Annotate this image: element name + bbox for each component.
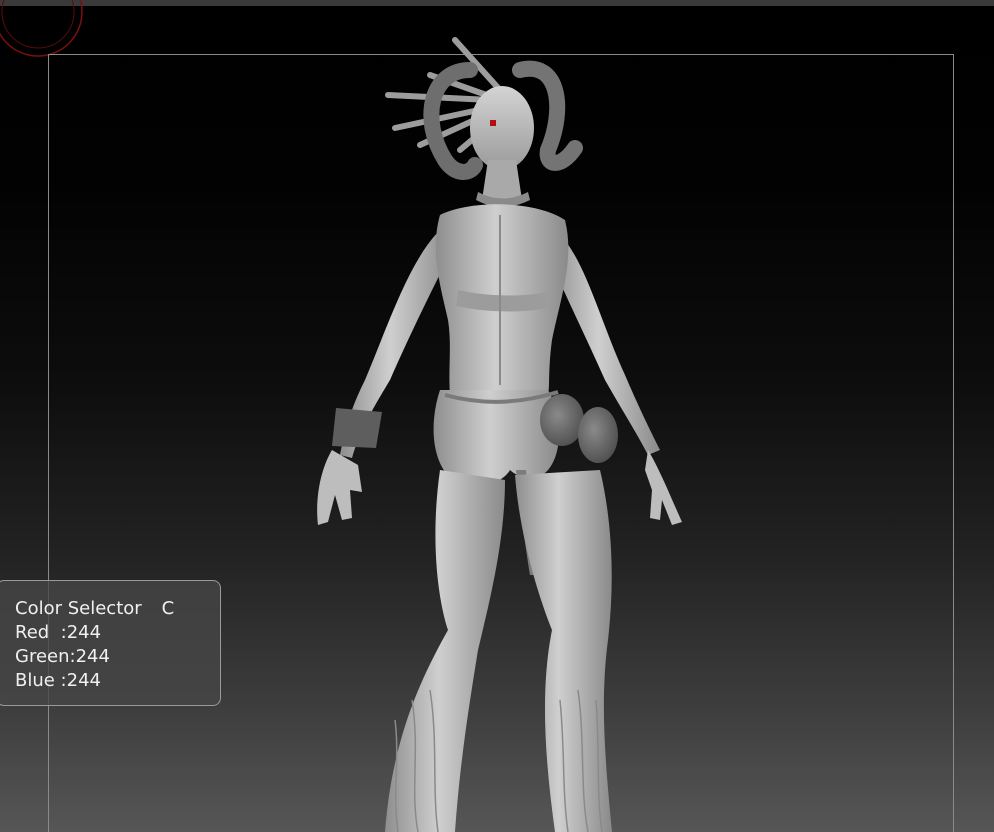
red-label: Red : xyxy=(15,622,67,643)
green-label: Green: xyxy=(15,646,76,667)
hips xyxy=(433,390,559,487)
left-leg xyxy=(385,470,505,832)
head xyxy=(470,86,534,170)
color-selector-hotkey: C xyxy=(161,598,175,619)
blue-label: Blue : xyxy=(15,670,67,691)
zbrush-viewport[interactable]: Color Selector C Red :244 Green:244 Blue… xyxy=(0,0,994,832)
left-hand xyxy=(317,450,362,525)
green-value: 244 xyxy=(75,646,110,667)
pouch-2 xyxy=(578,407,618,463)
blue-value: 244 xyxy=(66,670,101,691)
neck xyxy=(482,160,522,200)
color-selector-title: Color Selector xyxy=(15,598,142,619)
selection-marker xyxy=(490,120,496,126)
right-hand xyxy=(645,450,682,525)
pouch-1 xyxy=(540,394,584,446)
color-selector-popup: Color Selector C Red :244 Green:244 Blue… xyxy=(0,580,221,706)
sculpted-model[interactable] xyxy=(0,0,994,832)
wrist-bracer xyxy=(332,408,382,448)
red-value: 244 xyxy=(66,622,102,643)
